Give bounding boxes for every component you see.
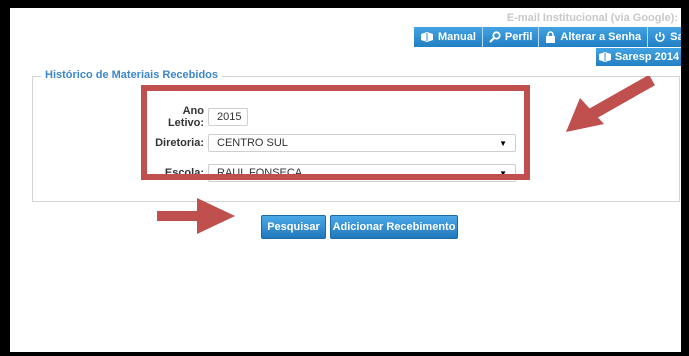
top-nav: Manual Perfil Alterar a Senha Sair xyxy=(414,27,681,47)
pesquisar-button[interactable]: Pesquisar xyxy=(261,215,326,239)
book-icon xyxy=(598,52,611,62)
fieldset-legend: Histórico de Materiais Recebidos xyxy=(41,69,222,81)
page-canvas: E-mail Institucional (via Google): Manua… xyxy=(10,8,681,352)
saresp-button[interactable]: Saresp 2014 xyxy=(596,48,681,66)
power-icon xyxy=(655,32,665,42)
annotation-highlight-box xyxy=(141,85,530,180)
book-icon xyxy=(421,32,433,42)
lock-icon xyxy=(546,31,556,43)
manual-button[interactable]: Manual xyxy=(414,27,483,47)
email-label: E-mail Institucional (via Google): xyxy=(506,12,678,24)
manual-label: Manual xyxy=(438,31,476,43)
sair-label: Sair xyxy=(670,31,681,43)
key-icon xyxy=(489,31,501,43)
sair-button[interactable]: Sair xyxy=(648,27,681,47)
perfil-label: Perfil xyxy=(504,31,533,43)
arrow-icon xyxy=(157,198,235,234)
perfil-button[interactable]: Perfil xyxy=(482,27,540,47)
arrow-icon xyxy=(566,76,655,132)
alterar-senha-label: Alterar a Senha xyxy=(560,31,642,43)
alterar-senha-button[interactable]: Alterar a Senha xyxy=(539,27,649,47)
adicionar-recebimento-button[interactable]: Adicionar Recebimento xyxy=(330,215,458,239)
saresp-label: Saresp 2014 xyxy=(614,51,680,63)
